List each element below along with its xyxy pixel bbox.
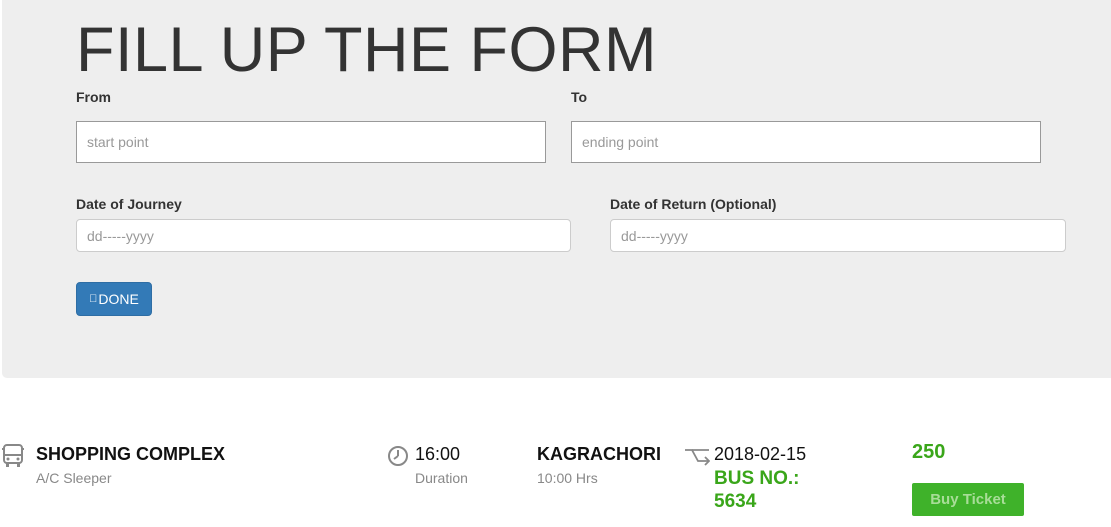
to-input[interactable] — [571, 121, 1041, 163]
duration-label: Duration — [415, 470, 468, 486]
ticket-price: 250 — [912, 441, 946, 463]
route-icon — [684, 447, 711, 472]
from-label: From — [76, 89, 111, 105]
duration-value: 10:00 Hrs — [537, 470, 598, 486]
bus-type: A/C Sleeper — [36, 470, 112, 486]
done-button[interactable]:  DONE — [76, 282, 152, 316]
date-of-journey-label: Date of Journey — [76, 196, 182, 212]
to-label: To — [571, 89, 588, 105]
bus-icon — [1, 443, 25, 474]
destination-name: KAGRACHORI — [537, 444, 661, 464]
date-of-return-input[interactable] — [610, 219, 1066, 252]
from-input[interactable] — [76, 121, 546, 163]
departure-time: 16:00 — [415, 444, 461, 464]
clock-icon — [387, 445, 409, 472]
date-of-journey-input[interactable] — [76, 219, 571, 252]
journey-date: 2018-02-15 — [714, 444, 807, 464]
done-icon:  — [89, 293, 97, 305]
page-title: FILL UP THE FORM — [76, 15, 657, 85]
buy-ticket-button[interactable]: Buy Ticket — [912, 483, 1024, 516]
done-button-label: DONE — [94, 291, 138, 307]
bus-no-label: BUS NO.: — [714, 468, 800, 489]
date-of-return-label: Date of Return (Optional) — [610, 196, 777, 212]
bus-no-value: 5634 — [714, 491, 757, 512]
origin-name: SHOPPING COMPLEX — [36, 444, 226, 464]
